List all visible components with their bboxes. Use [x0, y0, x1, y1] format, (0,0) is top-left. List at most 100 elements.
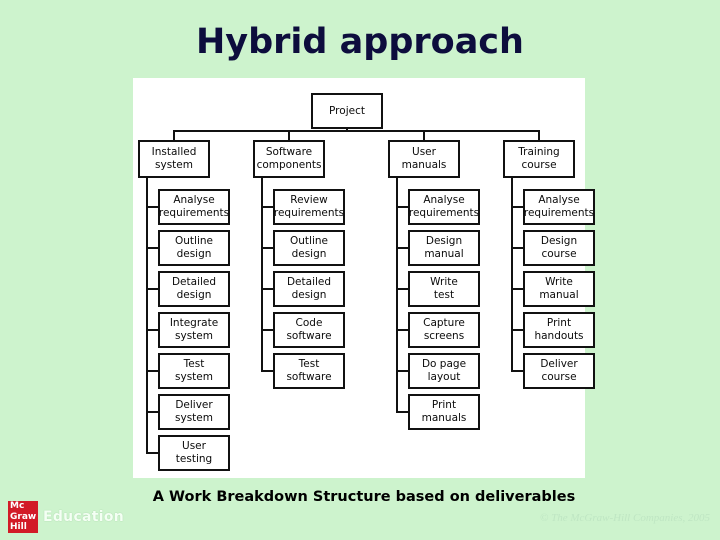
branch-drop-connector	[423, 130, 425, 140]
node-label-line-2: requirements	[408, 207, 480, 219]
leaf-stub-connector	[146, 452, 158, 454]
node-label-line-1: Design	[540, 235, 578, 247]
node-label-line-1: Outline	[175, 235, 213, 247]
mcgraw-hill-mark-icon: Mc Graw Hill	[8, 501, 38, 533]
logo-line-3: Hill	[10, 522, 27, 533]
node-label-line-2: system	[175, 412, 213, 424]
logo-line-2: Graw	[10, 511, 37, 522]
node-task-3-4[interactable]: Capture screens	[408, 312, 480, 348]
node-project-root[interactable]: Project	[311, 93, 383, 129]
node-task-1-2[interactable]: Outline design	[158, 230, 230, 266]
node-label-line-1: Design	[425, 235, 463, 247]
node-label-line-1: User	[412, 146, 436, 158]
leaf-stub-connector	[511, 247, 523, 249]
node-label-line-2: requirements	[158, 207, 230, 219]
node-task-3-3[interactable]: Write test	[408, 271, 480, 307]
node-task-4-3[interactable]: Write manual	[523, 271, 595, 307]
node-label-line-1: Analyse	[538, 194, 580, 206]
leaf-stub-connector	[396, 329, 408, 331]
node-label-line-1: Print	[546, 317, 572, 329]
node-label-line-1: Project	[329, 104, 365, 117]
node-task-1-1[interactable]: Analyse requirements	[158, 189, 230, 225]
node-label-line-1: Write	[430, 276, 458, 288]
work-breakdown-structure-diagram: Project Installed system Analyse requirement…	[133, 78, 595, 478]
brand-word: Education	[43, 509, 125, 525]
node-label-line-2: manuals	[401, 159, 447, 171]
node-label-line-2: system	[155, 159, 193, 171]
node-label-line-1: Test	[298, 358, 320, 370]
node-label-line-2: test	[433, 289, 455, 301]
node-label-line-2: screens	[423, 330, 465, 342]
node-task-1-3[interactable]: Detailed design	[158, 271, 230, 307]
leaf-stub-connector	[396, 247, 408, 249]
node-task-2-5[interactable]: Test software	[273, 353, 345, 389]
node-label-line-2: handouts	[534, 330, 584, 342]
node-label-line-2: manuals	[421, 412, 467, 424]
node-task-4-2[interactable]: Design course	[523, 230, 595, 266]
node-task-4-4[interactable]: Print handouts	[523, 312, 595, 348]
node-label-line-1: Review	[290, 194, 328, 206]
node-label-line-2: layout	[427, 371, 461, 383]
leaf-stub-connector	[511, 329, 523, 331]
node-label-line-1: Software	[265, 146, 313, 158]
copyright-notice: © The McGraw-Hill Companies, 2005	[540, 512, 710, 524]
leaf-stub-connector	[146, 288, 158, 290]
node-task-1-4[interactable]: Integrate system	[158, 312, 230, 348]
leaf-stub-connector	[261, 247, 273, 249]
node-task-3-5[interactable]: Do page layout	[408, 353, 480, 389]
node-branch-2[interactable]: Software components	[253, 140, 325, 178]
leaf-stub-connector	[146, 247, 158, 249]
node-branch-1[interactable]: Installed system	[138, 140, 210, 178]
branch-drop-connector	[538, 130, 540, 140]
node-task-3-2[interactable]: Design manual	[408, 230, 480, 266]
logo-line-1: Mc	[10, 501, 25, 512]
node-task-3-1[interactable]: Analyse requirements	[408, 189, 480, 225]
node-task-4-1[interactable]: Analyse requirements	[523, 189, 595, 225]
node-branch-3[interactable]: User manuals	[388, 140, 460, 178]
diagram-caption: A Work Breakdown Structure based on deli…	[152, 489, 576, 505]
leaf-stub-connector	[146, 370, 158, 372]
node-task-2-4[interactable]: Code software	[273, 312, 345, 348]
leaf-stub-connector	[396, 370, 408, 372]
node-label-line-1: Detailed	[286, 276, 332, 288]
node-task-3-6[interactable]: Print manuals	[408, 394, 480, 430]
node-label-line-2: design	[291, 289, 327, 301]
node-task-1-5[interactable]: Test system	[158, 353, 230, 389]
leaf-stub-connector	[261, 329, 273, 331]
node-label-line-1: Write	[545, 276, 573, 288]
leaf-stub-connector	[396, 288, 408, 290]
node-task-2-2[interactable]: Outline design	[273, 230, 345, 266]
leaf-stub-connector	[396, 411, 408, 413]
leaf-stub-connector	[261, 206, 273, 208]
node-branch-4[interactable]: Training course	[503, 140, 575, 178]
node-label-line-1: Training	[518, 146, 560, 158]
leaf-stub-connector	[396, 206, 408, 208]
node-label-line-1: Analyse	[173, 194, 215, 206]
node-label-line-2: testing	[175, 453, 213, 465]
leaf-stub-connector	[511, 370, 523, 372]
leaf-stub-connector	[261, 288, 273, 290]
node-task-2-1[interactable]: Review requirements	[273, 189, 345, 225]
leaf-stub-connector	[146, 329, 158, 331]
node-label-line-2: system	[175, 371, 213, 383]
node-label-line-1: User	[182, 440, 206, 452]
node-label-line-2: software	[286, 330, 332, 342]
node-label-line-1: Code	[295, 317, 323, 329]
node-label-line-2: components	[256, 159, 322, 171]
root-horizontal-connector	[173, 130, 540, 132]
node-label-line-2: design	[176, 289, 212, 301]
node-label-line-1: Do page	[421, 358, 467, 370]
node-label-line-1: Test	[183, 358, 205, 370]
node-label-line-2: course	[541, 248, 577, 260]
node-task-1-6[interactable]: Deliver system	[158, 394, 230, 430]
mcgraw-hill-logo: Mc Graw Hill Education	[8, 500, 124, 534]
node-task-1-7[interactable]: User testing	[158, 435, 230, 471]
node-task-4-5[interactable]: Deliver course	[523, 353, 595, 389]
leaf-stub-connector	[511, 288, 523, 290]
leaf-stub-connector	[146, 206, 158, 208]
node-label-line-2: manual	[539, 289, 579, 301]
node-label-line-1: Outline	[290, 235, 328, 247]
node-task-2-3[interactable]: Detailed design	[273, 271, 345, 307]
branch-drop-connector	[288, 130, 290, 140]
node-label-line-2: system	[175, 330, 213, 342]
